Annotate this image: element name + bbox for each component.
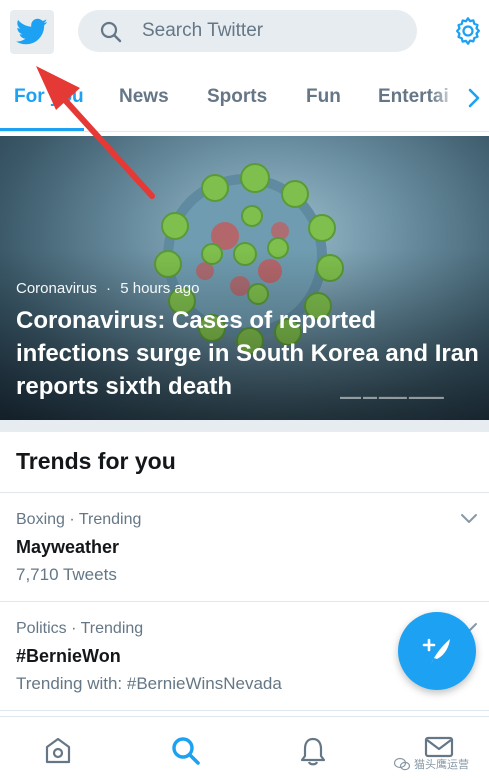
top-header — [0, 0, 489, 64]
trend-item[interactable]: Boxing · Trending Mayweather 7,710 Tweet… — [0, 493, 489, 601]
news-time: 5 hours ago — [120, 280, 200, 297]
search-icon — [100, 21, 122, 43]
trend-tweet-count: 7,710 Tweets — [16, 565, 117, 584]
home-icon[interactable] — [42, 735, 74, 765]
gear-icon[interactable] — [453, 16, 483, 46]
notifications-icon[interactable] — [298, 735, 328, 767]
trend-context: Boxing · Trending — [16, 511, 142, 528]
chevron-right-icon[interactable] — [466, 86, 482, 110]
tab-sports[interactable]: Sports — [207, 86, 267, 108]
compose-tweet-button[interactable] — [398, 612, 476, 690]
search-input[interactable] — [142, 16, 402, 46]
watermark-text: 猫头鹰运营 — [414, 759, 469, 771]
tab-fade — [430, 64, 460, 130]
search-icon[interactable] — [170, 735, 202, 767]
divider — [0, 710, 489, 711]
active-tab-indicator — [0, 128, 84, 131]
featured-news-card[interactable]: Coronavirus · 5 hours ago Coronavirus: C… — [0, 136, 489, 420]
wechat-icon — [394, 757, 410, 771]
trend-related: Trending with: #BernieWinsNevada — [16, 674, 282, 693]
tab-fun[interactable]: Fun — [306, 86, 341, 108]
news-meta: Coronavirus · 5 hours ago — [16, 280, 199, 297]
meta-separator: · — [106, 280, 112, 297]
tab-for-you[interactable]: For you — [14, 86, 84, 108]
news-category: Coronavirus — [16, 280, 97, 297]
trend-name: Mayweather — [16, 537, 120, 557]
trend-name: #BernieWon — [16, 646, 121, 666]
image-credit-mark: ▬▬▬ ▬▬ ▬▬▬▬ ▬▬▬▬▬ — [340, 394, 444, 401]
news-headline: Coronavirus: Cases of reported infection… — [16, 307, 479, 400]
trends-heading: Trends for you — [16, 448, 176, 474]
watermark: 猫头鹰运营 — [394, 756, 469, 772]
tab-news[interactable]: News — [119, 86, 169, 108]
twitter-logo-button[interactable] — [10, 10, 54, 54]
explore-tabs: For you News Sports Fun Entertai — [0, 64, 489, 132]
chevron-down-icon[interactable] — [460, 513, 478, 525]
search-bar[interactable] — [78, 10, 417, 52]
trend-context: Politics · Trending — [16, 620, 144, 637]
twitter-bird-icon — [16, 18, 48, 45]
section-separator — [0, 420, 489, 432]
compose-tweet-icon — [422, 638, 450, 664]
